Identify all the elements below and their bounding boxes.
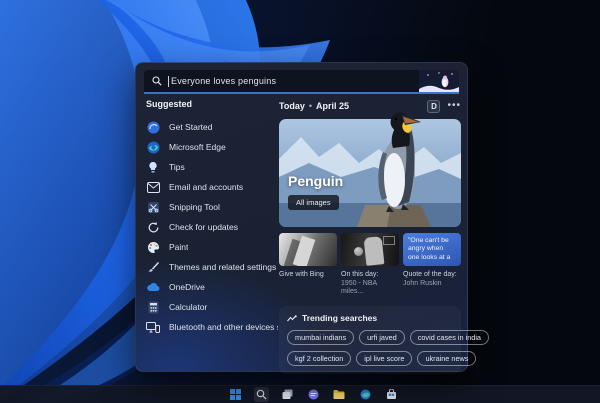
taskbar-chat-button[interactable] [306,387,321,402]
suggested-item-check-updates[interactable]: Check for updates [146,217,278,237]
suggested-item-label: Themes and related settings [169,262,277,272]
search-flyout: Everyone loves penguins Suggested Get St… [135,62,489,374]
taskbar-edge-button[interactable] [358,387,373,402]
basketball-player-image [363,236,385,266]
trending-pill[interactable]: covid cases in india [409,329,489,345]
taskbar-start-button[interactable] [228,387,243,402]
card-quote-of-the-day[interactable]: "One can't be angry when one looks at a … [403,233,461,266]
get-started-icon [146,120,160,134]
edge-icon [146,140,160,154]
suggested-item-label: OneDrive [169,282,205,292]
caption-line: John Ruskin [403,279,442,287]
search-input[interactable]: Everyone loves penguins [144,70,459,94]
suggested-item-snipping-tool[interactable]: Snipping Tool [146,197,278,217]
caption-quote-of-the-day[interactable]: Quote of the day: John Ruskin [403,271,461,297]
suggested-title: Suggested [146,99,193,109]
quote-text: "One can't be angry when one looks at a … [408,237,451,266]
trending-title: Trending searches [302,312,378,323]
search-query-text: Everyone loves penguins [168,75,419,87]
all-images-button[interactable]: All images [288,195,339,210]
hero-card-penguin[interactable]: Penguin All images [279,112,461,227]
desktop: Everyone loves penguins Suggested Get St… [0,0,600,403]
suggested-item-bluetooth-devices[interactable]: Bluetooth and other devices sett... [146,317,278,337]
suggested-item-label: Check for updates [169,222,238,232]
suggested-section: Suggested Get Started Microsoft Edge Tip… [146,99,278,337]
penguin-night-illustration [419,70,459,92]
themes-brush-icon [146,260,160,274]
taskbar-search-button[interactable] [253,387,269,402]
taskbar-task-view-button[interactable] [280,387,295,402]
card-on-this-day[interactable] [341,233,399,266]
caption-on-this-day[interactable]: On this day: 1950 - NBA miles... [341,271,399,297]
mini-captions-row: Give with Bing On this day: 1950 - NBA m… [279,271,461,297]
suggested-item-label: Calculator [169,302,208,312]
onedrive-cloud-icon [146,280,160,294]
mini-cards-row: "One can't be angry when one looks at a … [279,233,461,266]
suggested-item-label: Paint [169,242,189,252]
suggested-item-label: Email and accounts [169,182,244,192]
trending-pill[interactable]: ukraine news [417,350,477,366]
penguin-image [378,112,421,212]
basketball-image [354,247,363,256]
devices-icon [146,320,160,334]
suggested-item-label: Bluetooth and other devices sett... [169,322,278,332]
trending-pill[interactable]: ipl live score [356,350,413,366]
today-date: April 25 [316,101,350,111]
email-icon [146,180,160,194]
snipping-tool-icon [146,200,160,214]
more-options-icon[interactable]: ••• [447,101,461,111]
update-arrows-icon [146,220,160,234]
suggested-item-get-started[interactable]: Get Started [146,117,278,137]
today-separator: • [308,101,312,111]
paint-palette-icon [146,240,160,254]
suggested-item-calculator[interactable]: Calculator [146,297,278,317]
suggested-item-themes[interactable]: Themes and related settings [146,257,278,277]
suggested-item-email-accounts[interactable]: Email and accounts [146,177,278,197]
caption-give-with-bing[interactable]: Give with Bing [279,271,337,297]
suggested-item-label: Tips [169,162,185,172]
suggested-item-paint[interactable]: Paint [146,237,278,257]
trending-pill[interactable]: kgf 2 collection [287,350,352,366]
caption-line: 1950 - NBA miles... [341,279,377,296]
caption-line: Quote of the day: [403,271,457,278]
trending-icon [287,314,297,321]
tips-bulb-icon [146,160,160,174]
bing-d-badge[interactable]: D [427,99,441,113]
taskbar-store-button[interactable] [384,387,399,402]
suggested-item-tips[interactable]: Tips [146,157,278,177]
search-icon [152,76,162,86]
caption-line: Give with Bing [279,271,324,278]
suggested-item-onedrive[interactable]: OneDrive [146,277,278,297]
trending-searches-section: Trending searches mumbai indians urfi ja… [279,306,489,374]
calculator-icon [146,300,160,314]
suggested-item-label: Microsoft Edge [169,142,226,152]
card-give-with-bing[interactable] [279,233,337,266]
taskbar [0,385,600,403]
suggested-item-microsoft-edge[interactable]: Microsoft Edge [146,137,278,157]
today-title: Today [279,101,305,111]
trending-pill[interactable]: urfi javed [359,329,405,345]
today-pane: Today • April 25 D ••• Penguin All image… [279,99,489,374]
trending-pill[interactable]: mumbai indians [287,329,355,345]
caption-line: On this day: [341,271,379,278]
suggested-item-label: Snipping Tool [169,202,220,212]
taskbar-file-explorer-button[interactable] [332,387,347,402]
hero-title: Penguin [288,173,344,189]
suggested-item-label: Get Started [169,122,213,132]
scoreboard-image [383,236,395,245]
